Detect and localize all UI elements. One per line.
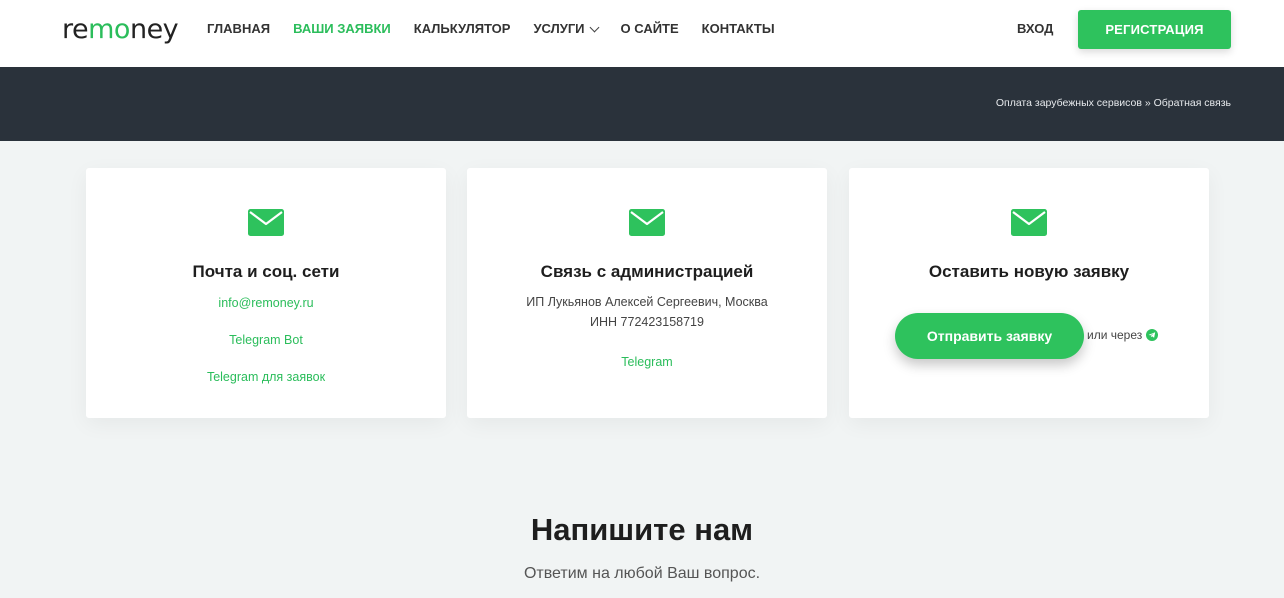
logo-text: remoney — [62, 13, 179, 45]
nav-item-my-requests[interactable]: ВАШИ ЗАЯВКИ — [293, 20, 391, 38]
breadcrumb-separator: » — [1144, 97, 1151, 109]
telegram-bot-link[interactable]: Telegram Bot — [86, 333, 446, 347]
telegram-admin-link[interactable]: Telegram — [467, 355, 827, 369]
nav-item-calculator[interactable]: КАЛЬКУЛЯТОР — [414, 20, 511, 38]
login-link[interactable]: ВХОД — [1017, 20, 1053, 38]
card-new-request: Оставить новую заявку Отправить заявку и… — [849, 168, 1209, 418]
nav-item-about[interactable]: О САЙТЕ — [621, 20, 679, 38]
inn-line: ИНН 772423158719 — [590, 315, 704, 329]
card-title: Связь с администрацией — [540, 262, 754, 281]
section-subtitle: Ответим на любой Ваш вопрос. — [523, 565, 761, 582]
breadcrumb: Оплата зарубежных сервисов » Обратная св… — [996, 97, 1231, 109]
card-mail-social: Почта и соц. сети info@remoney.ru Telegr… — [86, 168, 446, 418]
nav-item-contacts[interactable]: КОНТАКТЫ — [702, 20, 775, 38]
nav-item-home[interactable]: ГЛАВНАЯ — [207, 20, 270, 38]
send-request-button[interactable]: Отправить заявку — [895, 313, 1084, 359]
telegram-requests-link[interactable]: Telegram для заявок — [86, 370, 446, 384]
register-button[interactable]: РЕГИСТРАЦИЯ — [1078, 10, 1231, 49]
section-title: Напишите нам — [530, 512, 754, 547]
nav-item-services[interactable]: УСЛУГИ — [533, 20, 599, 38]
breadcrumb-current: Обратная связь — [1153, 97, 1231, 109]
alt-contact-label: или через — [1087, 328, 1143, 342]
envelope-icon — [248, 209, 284, 236]
email-link[interactable]: info@remoney.ru — [86, 296, 446, 310]
main-nav: ГЛАВНАЯ ВАШИ ЗАЯВКИ КАЛЬКУЛЯТОР УСЛУГИ О… — [207, 20, 798, 38]
logo[interactable]: remoney — [62, 13, 179, 45]
card-title: Оставить новую заявку — [928, 262, 1130, 281]
page-banner: Оплата зарубежных сервисов » Обратная св… — [0, 67, 1284, 141]
chevron-down-icon — [589, 22, 599, 32]
site-header: remoney ГЛАВНАЯ ВАШИ ЗАЯВКИ КАЛЬКУЛЯТОР … — [0, 0, 1284, 67]
breadcrumb-link-parent[interactable]: Оплата зарубежных сервисов — [996, 97, 1142, 109]
nav-item-services-label: УСЛУГИ — [533, 21, 585, 36]
telegram-icon[interactable] — [1146, 329, 1159, 341]
card-title: Почта и соц. сети — [192, 262, 340, 281]
envelope-icon — [1011, 209, 1047, 236]
alt-contact: или через — [1087, 328, 1159, 342]
envelope-icon — [629, 209, 665, 236]
card-administration: Связь с администрацией ИП Лукьянов Алекс… — [467, 168, 827, 418]
company-info-line: ИП Лукьянов Алексей Сергеевич, Москва — [526, 295, 768, 309]
